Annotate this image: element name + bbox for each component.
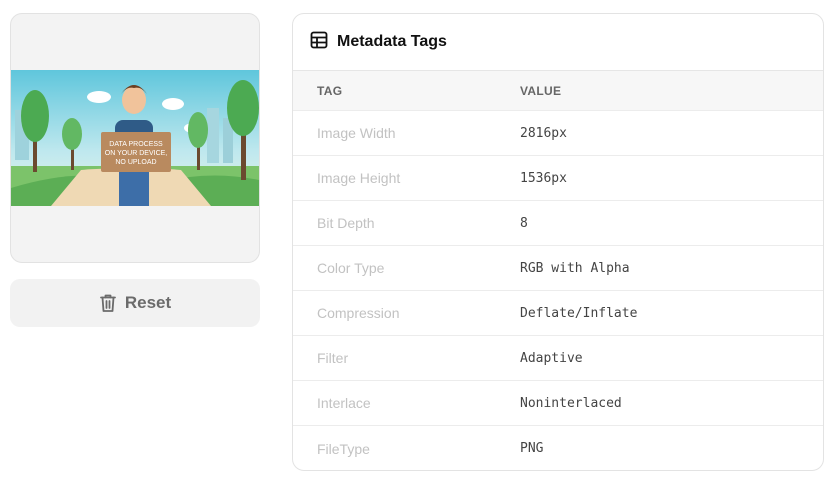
table-row: Compression Deflate/Inflate [293, 291, 823, 336]
trash-icon [99, 293, 117, 313]
table-row: FileType PNG [293, 426, 823, 470]
tag-cell: Bit Depth [317, 215, 375, 231]
image-preview-card: DATA PROCESS ON YOUR DEVICE, NO UPLOAD [10, 13, 260, 263]
reset-button[interactable]: Reset [10, 279, 260, 327]
table-header: TAG VALUE [293, 71, 823, 111]
value-cell: 8 [520, 215, 528, 231]
table-row: Image Height 1536px [293, 156, 823, 201]
table-row: Bit Depth 8 [293, 201, 823, 246]
metadata-header: Metadata Tags [293, 14, 823, 71]
tag-cell: Image Width [317, 125, 396, 141]
table-row: Image Width 2816px [293, 111, 823, 156]
column-header-value: VALUE [520, 83, 562, 98]
value-cell: Adaptive [520, 350, 583, 366]
table-row: Color Type RGB with Alpha [293, 246, 823, 291]
value-cell: Noninterlaced [520, 395, 622, 411]
metadata-title: Metadata Tags [337, 33, 447, 50]
sign-line-3: NO UPLOAD [115, 159, 156, 166]
value-cell: PNG [520, 441, 544, 456]
value-cell: Deflate/Inflate [520, 305, 638, 321]
value-cell: RGB with Alpha [520, 260, 630, 276]
table-row: Interlace Noninterlaced [293, 381, 823, 426]
table-body: Image Width 2816px Image Height 1536px B… [293, 111, 823, 470]
value-cell: 2816px [520, 125, 567, 141]
preview-image: DATA PROCESS ON YOUR DEVICE, NO UPLOAD [11, 70, 259, 206]
sign-line-2: ON YOUR DEVICE, [105, 150, 168, 157]
table-icon [310, 31, 328, 54]
tag-cell: Image Height [317, 170, 401, 186]
value-cell: 1536px [520, 170, 567, 186]
column-header-tag: TAG [317, 83, 343, 98]
tag-cell: Compression [317, 305, 400, 321]
table-row: Filter Adaptive [293, 336, 823, 381]
metadata-card: Metadata Tags TAG VALUE Image Width 2816… [292, 13, 824, 471]
reset-button-label: Reset [124, 293, 172, 312]
tag-cell: Filter [317, 350, 349, 366]
tag-cell: Color Type [317, 260, 385, 276]
sign-line-1: DATA PROCESS [109, 141, 163, 148]
tag-cell: Interlace [317, 395, 371, 411]
tag-cell: FileType [317, 440, 370, 457]
